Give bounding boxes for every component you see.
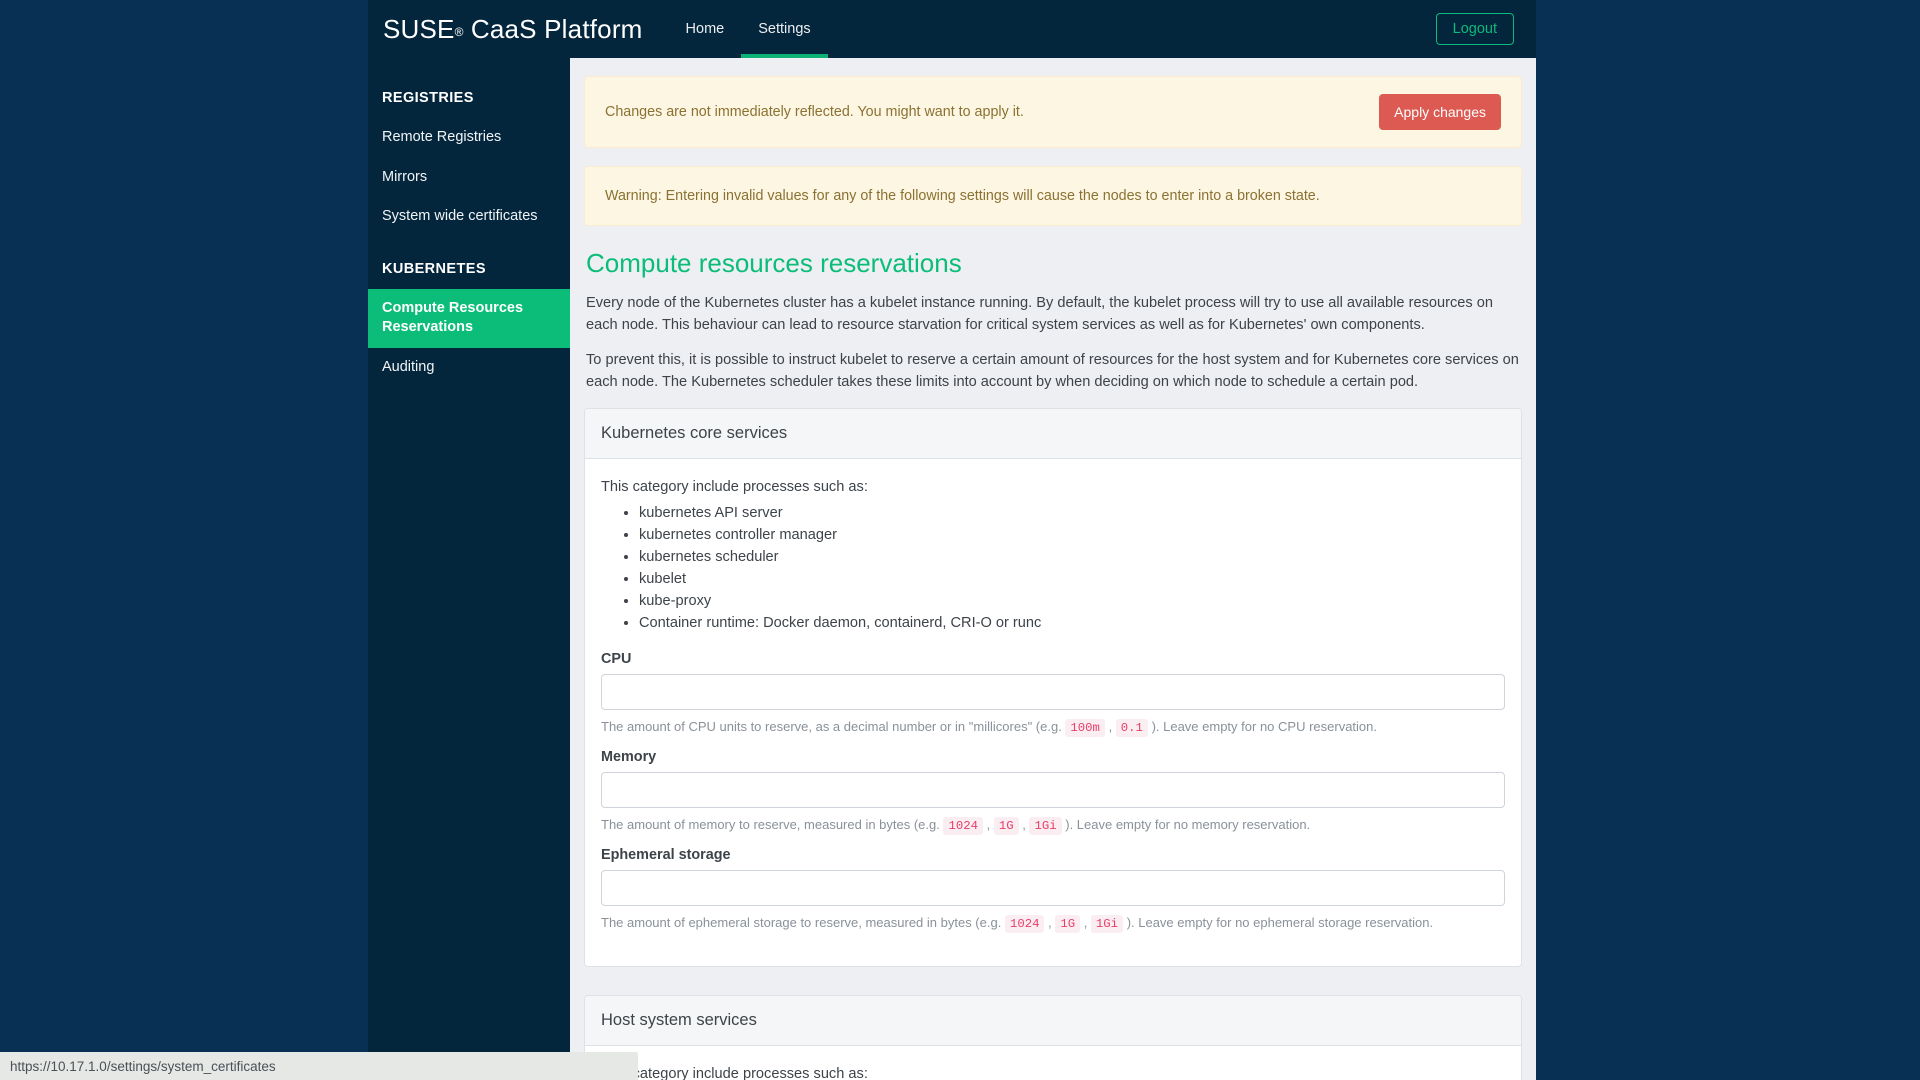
- field-label-ephemeral-storage: Ephemeral storage: [601, 847, 731, 864]
- example-value: 1G: [1055, 915, 1081, 934]
- example-value: 1G: [993, 817, 1019, 836]
- process-list-item: kubernetes API server: [639, 503, 1505, 524]
- example-value: 1024: [943, 817, 984, 836]
- field-label-memory: Memory: [601, 749, 657, 766]
- info-alert: Changes are not immediately reflected. Y…: [584, 76, 1522, 149]
- nav-link-settings[interactable]: Settings: [741, 0, 829, 58]
- nav-links: Home Settings: [669, 0, 829, 58]
- card-header: Host system services: [585, 995, 1521, 1046]
- input-memory[interactable]: [601, 772, 1505, 809]
- example-value: 1Gi: [1090, 915, 1124, 934]
- cards-container: Kubernetes core services This category in…: [584, 407, 1522, 1080]
- process-list-item: kube-proxy: [639, 591, 1505, 612]
- process-list-item: kubernetes controller manager: [639, 525, 1505, 546]
- browser-page: SUSE® CaaS Platform Home Settings Logout…: [0, 0, 1920, 1080]
- sidebar-group-registries-title: REGISTRIES: [382, 90, 474, 106]
- nav-link-home[interactable]: Home: [669, 0, 742, 58]
- sidebar-item-auditing[interactable]: Auditing: [368, 348, 570, 388]
- main-content: Changes are not immediately reflected. Y…: [570, 58, 1536, 1080]
- process-list-item: kubernetes scheduler: [639, 547, 1505, 568]
- sidebar-item-system-wide-certificates[interactable]: System wide certificates: [368, 197, 570, 237]
- example-value: 1024: [1004, 915, 1045, 934]
- card-body: This category include processes such as:…: [585, 459, 1521, 966]
- example-value: 1Gi: [1029, 817, 1062, 836]
- settings-sidebar: REGISTRIES Remote Registries Mirrors Sys…: [368, 58, 570, 1080]
- card-header: Kubernetes core services: [585, 408, 1521, 459]
- field-help-cpu: The amount of CPU units to reserve, as a…: [601, 718, 1377, 737]
- field-label-cpu: CPU: [601, 650, 632, 667]
- status-bar-url: https://10.17.1.0/settings/system_certif…: [10, 1058, 276, 1074]
- sidebar-item-mirrors[interactable]: Mirrors: [368, 158, 570, 198]
- card-kubernetes-core-services: Kubernetes core services This category in…: [584, 407, 1522, 967]
- input-cpu[interactable]: [601, 673, 1505, 710]
- brand-suffix: CaaS Platform: [463, 13, 643, 44]
- card-host-system-services: Host system services This category includ…: [584, 994, 1522, 1080]
- sidebar-item-remote-registries[interactable]: Remote Registries: [368, 118, 570, 158]
- app-brand: SUSE® CaaS Platform: [383, 14, 643, 45]
- status-bar: https://10.17.1.0/settings/system_certif…: [0, 1052, 638, 1080]
- top-navbar: SUSE® CaaS Platform Home Settings Logout: [368, 0, 1536, 58]
- apply-changes-button[interactable]: Apply changes: [1379, 94, 1501, 131]
- card-body: This category include processes such as:…: [585, 1046, 1521, 1080]
- field-help-ephemeral-storage: The amount of ephemeral storage to reser…: [601, 915, 1434, 934]
- sidebar-divider: [368, 237, 570, 251]
- logout-button[interactable]: Logout: [1435, 12, 1514, 46]
- sidebar-item-compute-resources-reservations[interactable]: Compute Resources Reservations: [368, 288, 570, 348]
- card-lead-text: This category include processes such as:: [601, 1065, 868, 1080]
- sidebar-group-kubernetes-title: KUBERNETES: [382, 260, 486, 277]
- page-title: Compute resources reservations: [586, 248, 962, 279]
- intro-paragraph-2: To prevent this, it is possible to instr…: [586, 352, 1519, 391]
- process-list-item: Container runtime: Docker daemon, contai…: [639, 613, 1505, 634]
- example-value: 100m: [1065, 718, 1105, 737]
- input-ephemeral-storage[interactable]: [601, 870, 1505, 907]
- warning-alert: Warning: Entering invalid values for any…: [584, 166, 1522, 227]
- example-value: 0.1: [1115, 718, 1148, 737]
- info-alert-text: Changes are not immediately reflected. Y…: [605, 104, 1024, 121]
- field-help-memory: The amount of memory to reserve, measure…: [601, 817, 1311, 836]
- warning-alert-text: Warning: Entering invalid values for any…: [605, 188, 1320, 205]
- card-lead-text: This category include processes such as:: [601, 478, 868, 495]
- brand-name: SUSE: [383, 13, 455, 44]
- intro-paragraph-1: Every node of the Kubernetes cluster has…: [586, 295, 1493, 333]
- process-list: kubernetes API serverkubernetes controll…: [601, 503, 1505, 635]
- process-list-item: kubelet: [639, 569, 1505, 590]
